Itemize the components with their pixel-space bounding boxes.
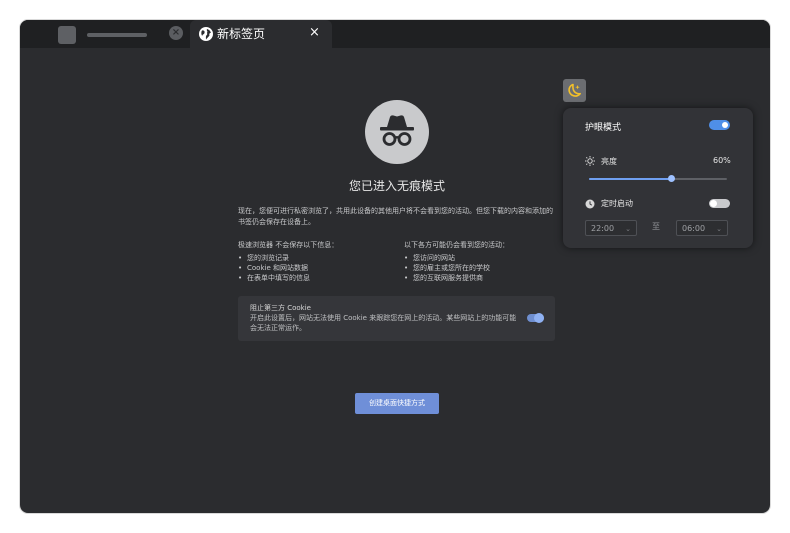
browser-window: × 新标签页 × 您已进入无痕模式 现在，您便可进行私密浏览了，共用此设备的其他…: [20, 20, 770, 513]
tab-title-placeholder: [87, 33, 147, 37]
brightness-slider-thumb[interactable]: [668, 175, 676, 182]
not-saved-list: 极速浏览器 不会保存以下信息： 您的浏览记录 Cookie 和网站数据 在表单中…: [238, 240, 398, 283]
brightness-slider-fill: [589, 178, 672, 180]
cookie-setting-description: 开启此设置后，网站无法使用 Cookie 来跟踪您在网上的活动。某些网站上的功能…: [250, 314, 517, 332]
list-item: 您的互联网服务提供商: [404, 273, 564, 283]
close-icon[interactable]: ×: [169, 26, 183, 40]
time-range-separator: 至: [652, 222, 660, 231]
chevron-down-icon: ⌄: [625, 225, 631, 233]
start-time-value: 22:00: [591, 224, 615, 233]
eye-care-button[interactable]: [563, 79, 586, 102]
visible-to-list: 以下各方可能仍会看到您的活动： 您访问的网站 您的雇主或您所在的学校 您的互联网…: [404, 240, 564, 283]
tab-inactive[interactable]: ×: [48, 20, 188, 48]
globe-icon: [199, 27, 213, 41]
end-time-value: 06:00: [682, 224, 706, 233]
start-time-select[interactable]: 22:00 ⌄: [585, 220, 637, 236]
scheduled-start-toggle[interactable]: [709, 199, 730, 208]
brightness-label: 亮度: [601, 157, 617, 166]
create-shortcut-button[interactable]: 创建桌面快捷方式: [355, 393, 439, 414]
close-icon[interactable]: ×: [309, 25, 320, 41]
eye-care-title: 护眼模式: [585, 123, 622, 133]
chevron-down-icon: ⌄: [716, 225, 722, 233]
clock-icon: [585, 199, 595, 209]
new-tab-page: 您已进入无痕模式 现在，您便可进行私密浏览了，共用此设备的其他用户将不会看到您的…: [20, 48, 770, 513]
end-time-select[interactable]: 06:00 ⌄: [676, 220, 728, 236]
cookie-block-toggle[interactable]: [527, 313, 544, 323]
cookie-setting-title: 阻止第三方 Cookie: [250, 304, 311, 312]
brightness-slider[interactable]: [589, 175, 727, 182]
scheduled-start-label: 定时启动: [601, 199, 633, 208]
tab-active[interactable]: 新标签页 ×: [190, 20, 332, 48]
intro-text: 现在，您便可进行私密浏览了，共用此设备的其他用户将不会看到您的活动。但您下载的内…: [238, 207, 553, 226]
list-item: 在表单中填写的信息: [238, 273, 398, 283]
sun-icon: [585, 156, 595, 166]
tab-favicon-placeholder: [58, 26, 76, 44]
incognito-icon: [365, 100, 429, 164]
list-item: 您的浏览记录: [238, 253, 398, 263]
tab-bar: × 新标签页 ×: [20, 20, 770, 48]
eye-care-toggle[interactable]: [709, 120, 730, 130]
not-saved-title: 极速浏览器 不会保存以下信息：: [238, 241, 339, 249]
list-item: 您的雇主或您所在的学校: [404, 263, 564, 273]
list-item: Cookie 和网站数据: [238, 263, 398, 273]
list-item: 您访问的网站: [404, 253, 564, 263]
tab-title: 新标签页: [217, 27, 266, 41]
visible-to-title: 以下各方可能仍会看到您的活动：: [404, 241, 509, 249]
eye-care-panel: 护眼模式 亮度 60% 定时启动 22:00 ⌄ 至 06:00 ⌄: [563, 108, 753, 248]
moon-icon: [568, 83, 581, 97]
cookie-setting-card: 阻止第三方 Cookie 开启此设置后，网站无法使用 Cookie 来跟踪您在网…: [238, 296, 555, 341]
brightness-value: 60%: [713, 156, 731, 165]
page-title: 您已进入无痕模式: [348, 179, 445, 193]
